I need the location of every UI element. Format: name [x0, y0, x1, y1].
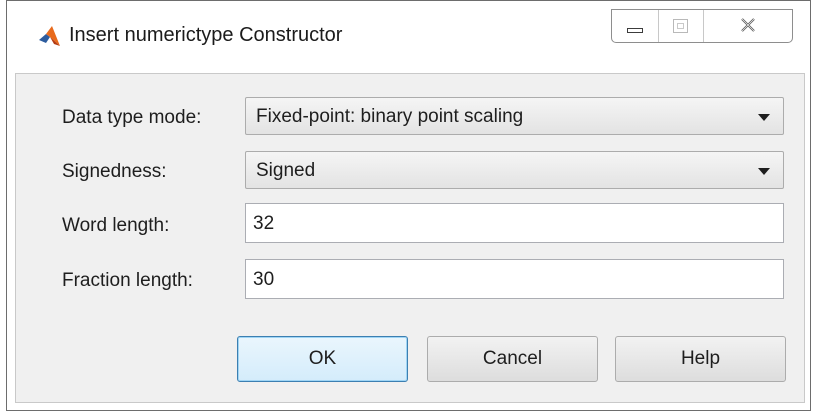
- help-button[interactable]: Help: [615, 336, 786, 382]
- fraction-length-label: Fraction length:: [62, 270, 193, 291]
- caption-buttons: [611, 9, 793, 43]
- data-type-mode-value: Fixed-point: binary point scaling: [256, 106, 524, 127]
- cancel-button[interactable]: Cancel: [427, 336, 598, 382]
- signedness-value: Signed: [256, 160, 316, 181]
- signedness-label: Signedness:: [62, 161, 167, 182]
- fraction-length-field[interactable]: 30: [245, 259, 784, 299]
- signedness-select[interactable]: Signed: [245, 151, 784, 189]
- fraction-length-value: 30: [253, 269, 275, 290]
- close-button[interactable]: [704, 10, 792, 42]
- ok-button[interactable]: OK: [237, 336, 408, 382]
- window-title: Insert numerictype Constructor: [69, 24, 343, 46]
- minimize-icon: [627, 28, 643, 33]
- matlab-logo-icon: [39, 26, 60, 46]
- word-length-label: Word length:: [62, 215, 170, 236]
- data-type-mode-label: Data type mode:: [62, 107, 202, 128]
- dialog-body: Data type mode: Fixed-point: binary poin…: [15, 73, 805, 403]
- maximize-button[interactable]: [659, 10, 704, 42]
- word-length-field[interactable]: 32: [245, 203, 784, 243]
- word-length-value: 32: [253, 213, 275, 234]
- close-icon: [741, 18, 755, 32]
- maximize-icon: [673, 19, 688, 33]
- data-type-mode-select[interactable]: Fixed-point: binary point scaling: [245, 97, 784, 135]
- dialog-window: Insert numerictype Constructor Data type…: [6, 0, 811, 411]
- title-bar[interactable]: Insert numerictype Constructor: [7, 1, 810, 73]
- chevron-down-icon: [758, 168, 770, 175]
- chevron-down-icon: [758, 114, 770, 121]
- minimize-button[interactable]: [612, 10, 659, 42]
